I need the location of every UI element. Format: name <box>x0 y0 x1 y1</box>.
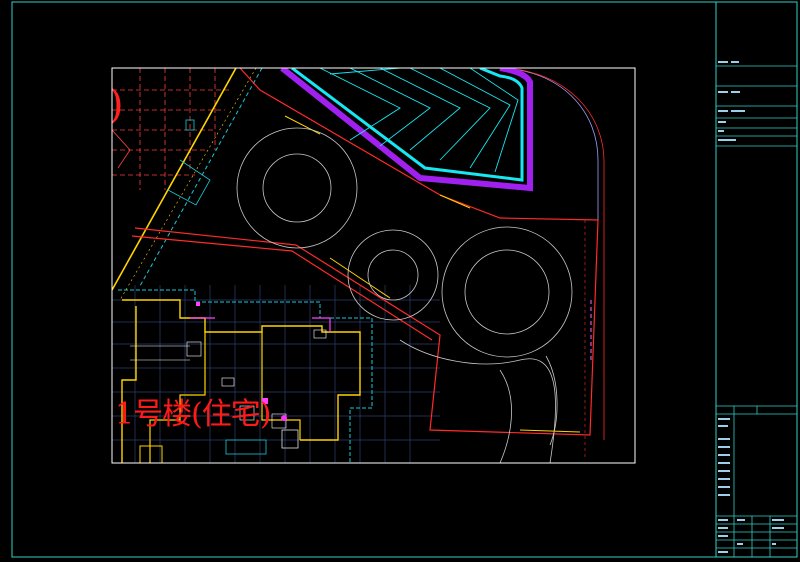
left-road-edge <box>112 68 263 301</box>
building-footprint <box>118 289 373 463</box>
title-block-text-marks <box>718 61 784 553</box>
walkway-chevrons <box>280 68 533 192</box>
building-label: 1号楼(住宅) <box>115 397 271 432</box>
curved-road <box>499 68 605 460</box>
cad-drawing-sheet: ) 1号楼(住宅) <box>11 1 798 558</box>
outer-frame <box>11 1 798 558</box>
marker-magenta <box>281 415 287 421</box>
neighbor-building-outline <box>112 68 230 190</box>
building-grid <box>112 285 440 463</box>
neighbor-building-glyph: ) <box>108 82 124 128</box>
site-plan: ) 1号楼(住宅) <box>108 68 605 463</box>
small-markers <box>196 302 268 404</box>
